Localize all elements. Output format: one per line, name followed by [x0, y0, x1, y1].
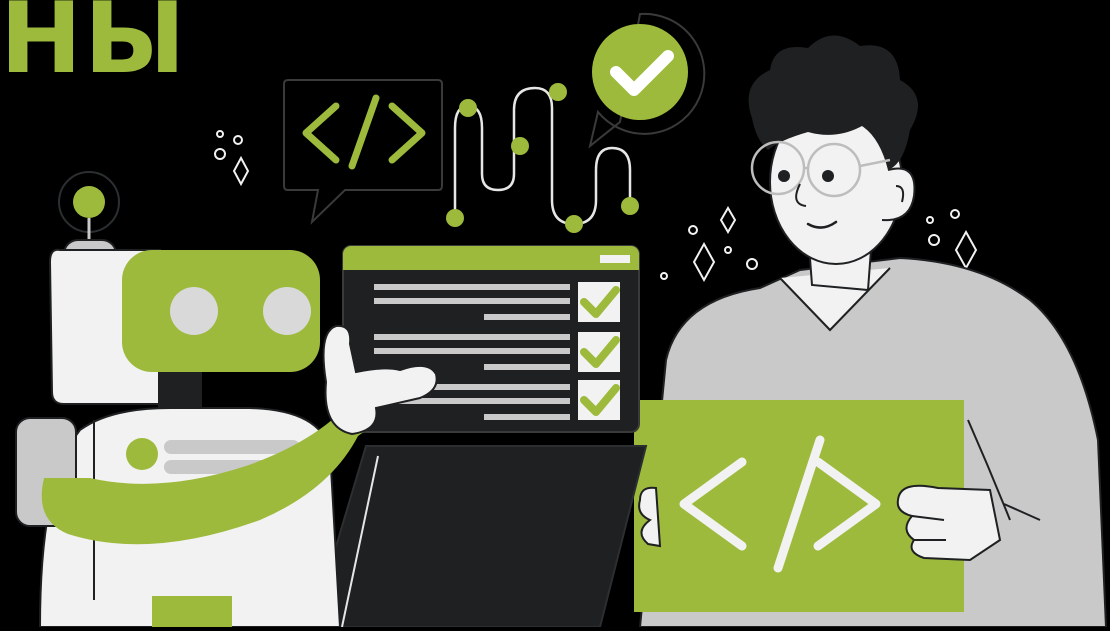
check-speech-bubble	[588, 12, 706, 149]
flow-dot	[565, 215, 583, 233]
flow-dot	[621, 197, 639, 215]
window-control	[600, 255, 630, 263]
flow-dot	[459, 99, 477, 117]
antenna-light	[73, 186, 105, 218]
robot-eye	[263, 287, 311, 335]
illustration-canvas: НЫ	[0, 0, 1110, 628]
flow-dot	[549, 83, 567, 101]
code-speech-bubble	[283, 79, 443, 225]
flow-dot	[511, 137, 529, 155]
flow-dot	[446, 209, 464, 227]
sparkles-left	[214, 130, 250, 187]
page-title: НЫ	[0, 0, 188, 96]
robot-eye	[170, 287, 218, 335]
laptop	[310, 445, 648, 628]
